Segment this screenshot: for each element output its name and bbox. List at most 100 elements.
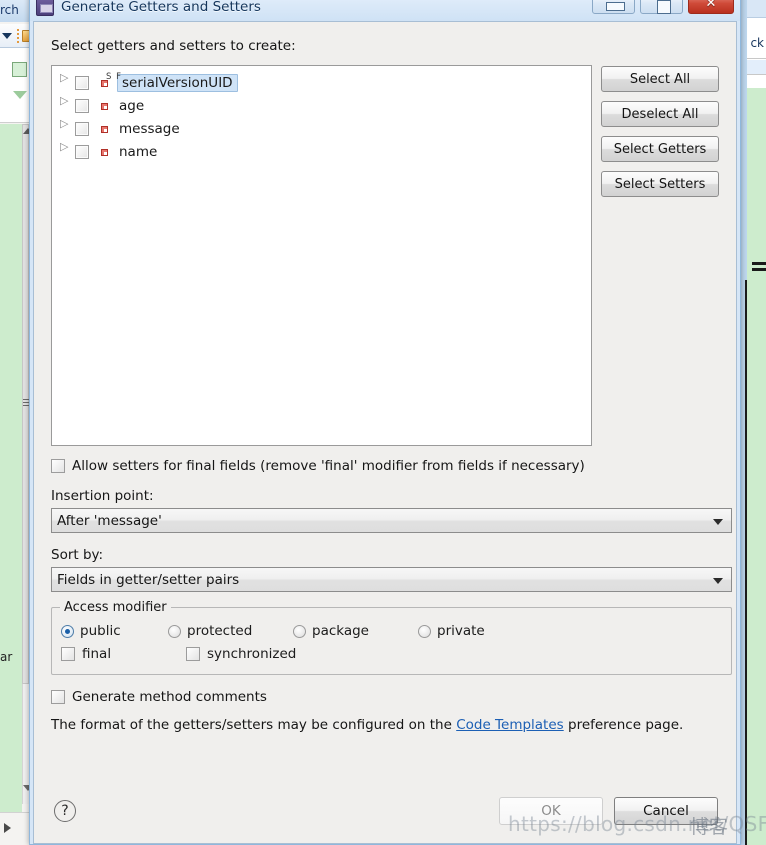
tree-item-checkbox[interactable] [75,144,89,159]
select-all-button[interactable]: Select All [601,66,719,92]
insertion-point-label: Insertion point: [51,488,154,504]
background-right-divider-1 [747,58,766,59]
insertion-point-select[interactable]: After 'message' [51,508,732,533]
dialog-prompt: Select getters and setters to create: [51,38,296,54]
radio-public-indicator[interactable] [61,624,74,638]
field-modifier-badge: S F [106,71,122,82]
radio-protected[interactable]: protected [168,623,293,639]
background-right-green-panel [747,88,766,845]
footer-buttons: OK Cancel [499,797,718,825]
tree-item-checkbox[interactable] [75,98,89,113]
final-label: final [82,646,112,662]
private-field-icon [98,98,114,114]
dialog-footer: ? OK Cancel [33,788,737,844]
checkbox-synchronized[interactable]: synchronized [186,646,296,662]
triangle-down-icon [13,91,27,99]
table-row[interactable]: name [52,140,591,163]
minimize-button[interactable] [592,0,635,14]
radio-private-label: private [437,623,485,639]
help-icon[interactable]: ? [54,800,76,822]
cancel-button[interactable]: Cancel [614,797,718,825]
radio-package-label: package [312,623,369,639]
background-right-divider-2 [747,74,766,75]
radio-package-indicator[interactable] [293,624,306,638]
fields-tree[interactable]: S F serialVersionUID age message [51,65,592,446]
chevron-down-icon [713,578,723,584]
radio-protected-indicator[interactable] [168,624,181,638]
tree-item-label: name [119,143,158,160]
table-row[interactable]: S F serialVersionUID [52,71,591,94]
tree-item-checkbox[interactable] [75,75,89,90]
note-suffix: preference page. [563,717,684,733]
tree-item-label: age [119,97,145,114]
background-right-header [747,0,766,18]
access-modifier-group: Access modifier public protected package… [51,600,732,675]
synchronized-checkbox[interactable] [186,647,200,661]
note-prefix: The format of the getters/setters may be… [51,717,457,733]
background-right-dark-edge [745,280,747,845]
eclipse-dialog-icon [36,0,54,16]
table-row[interactable]: message [52,117,591,140]
private-field-icon [98,121,114,137]
sort-by-label: Sort by: [51,547,104,563]
allow-setters-checkbox[interactable] [51,459,65,473]
window-controls [592,0,734,14]
ok-button[interactable]: OK [499,797,603,825]
radio-protected-label: protected [187,623,253,639]
dialog-body: Select getters and setters to create: S … [33,21,737,788]
maximize-button[interactable] [640,0,683,14]
background-right-blue-band [740,0,747,280]
close-button[interactable] [688,0,734,14]
dialog-title: Generate Getters and Setters [61,0,261,15]
background-left-tab-label: rch [0,3,19,17]
expand-arrow-icon[interactable] [60,72,69,88]
tree-and-buttons-row: S F serialVersionUID age message [51,65,719,446]
access-modifier-title: Access modifier [60,600,171,615]
background-right-mark-1 [752,262,766,265]
code-templates-note: The format of the getters/setters may be… [51,717,719,733]
checkbox-final[interactable]: final [61,646,186,662]
select-getters-button[interactable]: Select Getters [601,136,719,162]
radio-public[interactable]: public [61,623,168,639]
access-modifier-checkboxes: final synchronized [61,643,731,665]
chevron-down-icon [713,519,723,525]
background-editor-text: ar [0,650,13,664]
expand-arrow-icon[interactable] [60,95,69,111]
background-green-panel [0,124,22,824]
radio-package[interactable]: package [293,623,418,639]
deselect-all-button[interactable]: Deselect All [601,101,719,127]
tree-item-label: serialVersionUID [117,73,238,92]
final-checkbox[interactable] [61,647,75,661]
background-right-row-highlight [747,60,766,74]
dialog-title-bar[interactable]: Generate Getters and Setters [30,0,740,21]
allow-setters-label: Allow setters for final fields (remove '… [72,458,585,474]
access-modifier-radios: public protected package private [61,620,731,642]
private-static-final-field-icon: S F [98,72,121,91]
sort-by-value: Fields in getter/setter pairs [57,571,240,588]
radio-private[interactable]: private [418,623,485,639]
sort-by-select[interactable]: Fields in getter/setter pairs [51,567,732,592]
allow-setters-row[interactable]: Allow setters for final fields (remove '… [51,458,719,474]
synchronized-label: synchronized [207,646,297,662]
code-templates-link[interactable]: Code Templates [456,717,564,733]
generate-comments-label: Generate method comments [72,689,267,705]
green-box-icon [12,62,27,77]
generate-comments-checkbox[interactable] [51,690,65,704]
background-right-tab-label: ck [750,36,764,50]
insertion-point-value: After 'message' [57,512,162,529]
table-row[interactable]: age [52,94,591,117]
selection-buttons: Select All Deselect All Select Getters S… [601,65,719,446]
triangle-right-icon [4,823,11,833]
expand-arrow-icon[interactable] [60,118,69,134]
expand-arrow-icon[interactable] [60,141,69,157]
private-field-icon [98,144,114,160]
radio-private-indicator[interactable] [418,624,431,638]
generate-getters-setters-dialog: Generate Getters and Setters Select gett… [29,0,741,845]
tree-item-label: message [119,120,180,137]
tree-item-checkbox[interactable] [75,121,89,136]
background-right-mark-2 [752,268,766,271]
generate-comments-row[interactable]: Generate method comments [51,689,719,705]
select-setters-button[interactable]: Select Setters [601,171,719,197]
background-white-pane [0,48,29,123]
dotted-separator-icon [17,29,19,43]
